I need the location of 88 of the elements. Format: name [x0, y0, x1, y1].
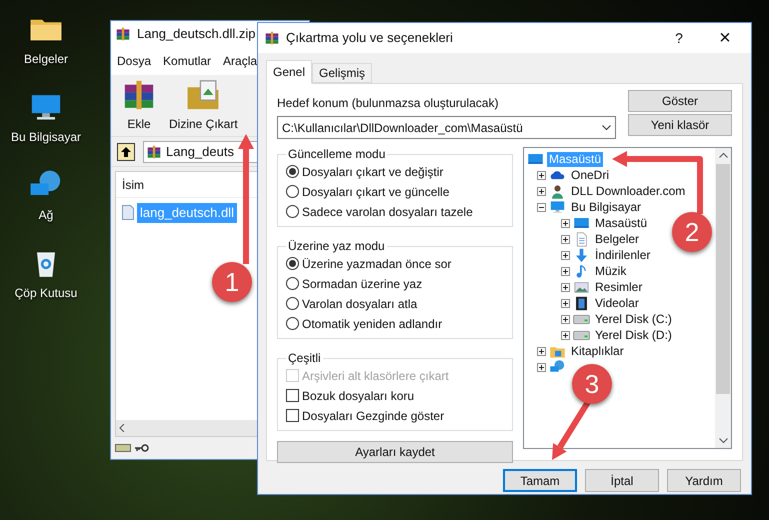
file-icon: [122, 205, 134, 220]
radio-label: Dosyaları çıkart ve güncelle: [302, 184, 450, 200]
expand-box-icon[interactable]: [561, 282, 570, 292]
expand-box-icon[interactable]: [561, 234, 570, 244]
pointer-arrow: [552, 400, 591, 460]
radio-label: Dosyaları çıkart ve değiştir: [302, 164, 444, 180]
desktop-icon-label[interactable]: Bu Bilgisayar: [10, 128, 82, 146]
tab[interactable]: Gelişmiş: [312, 63, 372, 83]
expand-box-icon[interactable]: [561, 218, 570, 228]
archive-books-icon: [146, 144, 162, 160]
expand-box-icon[interactable]: [561, 298, 570, 308]
dialog-button[interactable]: İptal: [585, 469, 659, 492]
radio-button[interactable]: [286, 205, 299, 218]
field-label: Hedef konum (bulunmazsa oluşturulacak): [277, 95, 500, 112]
desktop-icon-label[interactable]: Ağ: [38, 206, 54, 224]
scroll-left-icon: [119, 424, 125, 432]
tree-item[interactable]: Videolar: [593, 296, 641, 310]
tree-item[interactable]: Yerel Disk (D:): [593, 328, 674, 342]
tree-item[interactable]: Belgeler: [593, 232, 642, 246]
expand-box-icon[interactable]: [537, 170, 546, 180]
tree-item[interactable]: Yerel Disk (C:): [593, 312, 674, 326]
scroll-up-icon: [718, 152, 728, 158]
checkbox-label: Dosyaları Gezginde göster: [302, 408, 444, 424]
desktop-icon-label[interactable]: Çöp Kutusu: [14, 284, 78, 302]
menu-item[interactable]: Komutlar: [163, 52, 212, 70]
expand-box-icon[interactable]: [537, 346, 546, 356]
tree-item[interactable]: DLL Downloader.com: [569, 184, 688, 198]
save-settings-button[interactable]: Ayarları kaydet: [277, 441, 513, 463]
dialog-title: Çıkartma yolu ve seçenekleri: [286, 29, 454, 48]
group-title: Üzerine yaz modu: [287, 238, 386, 255]
up-folder-button[interactable]: [117, 142, 135, 160]
vertical-scrollbar[interactable]: [715, 148, 731, 448]
checkbox-label: Bozuk dosyaları koru: [302, 388, 414, 404]
radio-label: Varolan dosyaları atla: [302, 296, 418, 312]
tree-item[interactable]: İndirilenler: [593, 248, 652, 262]
checkbox[interactable]: [286, 389, 299, 402]
close-button[interactable]: ×: [705, 24, 745, 52]
tree-item[interactable]: Resimler: [593, 280, 644, 294]
radio-button[interactable]: [286, 297, 299, 310]
menu-item[interactable]: Dosya: [117, 52, 152, 70]
archive-books-icon: [264, 30, 280, 46]
help-button[interactable]: ?: [659, 24, 699, 52]
group-title: Çeşitli: [287, 350, 322, 367]
tree-item[interactable]: Kitaplıklar: [569, 344, 626, 358]
radio-button[interactable]: [286, 277, 299, 290]
radio-button[interactable]: [286, 317, 299, 330]
checkbox-label: Arşivleri alt klasörlere çıkart: [302, 368, 449, 384]
toolbar-button[interactable]: Dizine Çıkart: [167, 77, 240, 133]
expand-box-icon[interactable]: [537, 362, 546, 372]
expand-box-icon[interactable]: [561, 314, 570, 324]
menu-item[interactable]: Araçla: [223, 52, 258, 70]
side-button[interactable]: Yeni klasör: [628, 114, 732, 136]
film-strip-icon: [573, 294, 590, 312]
side-button[interactable]: Göster: [628, 90, 732, 112]
window-title: Lang_deutsch.dll.zip: [137, 25, 256, 44]
monitor-icon: [549, 198, 566, 216]
expand-box-icon[interactable]: [537, 186, 546, 196]
down-arrow-icon: [573, 246, 590, 264]
expand-box-icon[interactable]: [561, 330, 570, 340]
tab[interactable]: Genel: [266, 60, 312, 84]
radio-label: Sadece varolan dosyaları tazele: [302, 204, 473, 220]
dialog-button[interactable]: Tamam: [503, 469, 577, 492]
radio-button[interactable]: [286, 185, 299, 198]
chevron-down-icon: [602, 124, 611, 130]
radio-button[interactable]: [286, 257, 299, 270]
key-icon: [135, 444, 149, 452]
checkbox[interactable]: [286, 409, 299, 422]
radio-label: Otomatik yeniden adlandır: [302, 316, 442, 332]
radio-label: Üzerine yazmadan önce sor: [302, 256, 452, 272]
desktop-icon-label[interactable]: Belgeler: [24, 50, 68, 68]
up-arrow-icon: [121, 146, 131, 156]
person-icon: [549, 182, 566, 200]
radio-label: Sormadan üzerine yaz: [302, 276, 422, 292]
expand-box-icon[interactable]: [561, 266, 570, 276]
tree-item[interactable]: Masaüstü: [593, 216, 650, 230]
drive-icon: [115, 443, 131, 453]
expand-box-icon[interactable]: [561, 250, 570, 260]
radio-button[interactable]: [286, 165, 299, 178]
dialog-button[interactable]: Yardım: [667, 469, 741, 492]
tree-item[interactable]: OneDri: [569, 168, 612, 182]
destination-combo-box[interactable]: C:\Kullanıcılar\DllDownloader_com\Masaüstü: [277, 116, 616, 139]
collapse-box-icon[interactable]: [537, 202, 546, 212]
archive-books-icon: [115, 26, 131, 42]
tree-item[interactable]: Müzik: [593, 264, 628, 278]
scrollbar-thumb[interactable]: [716, 164, 730, 394]
scroll-down-icon: [718, 438, 728, 444]
toolbar-button[interactable]: Ekle: [119, 77, 159, 133]
tree-item[interactable]: Bu Bilgisayar: [569, 200, 644, 214]
